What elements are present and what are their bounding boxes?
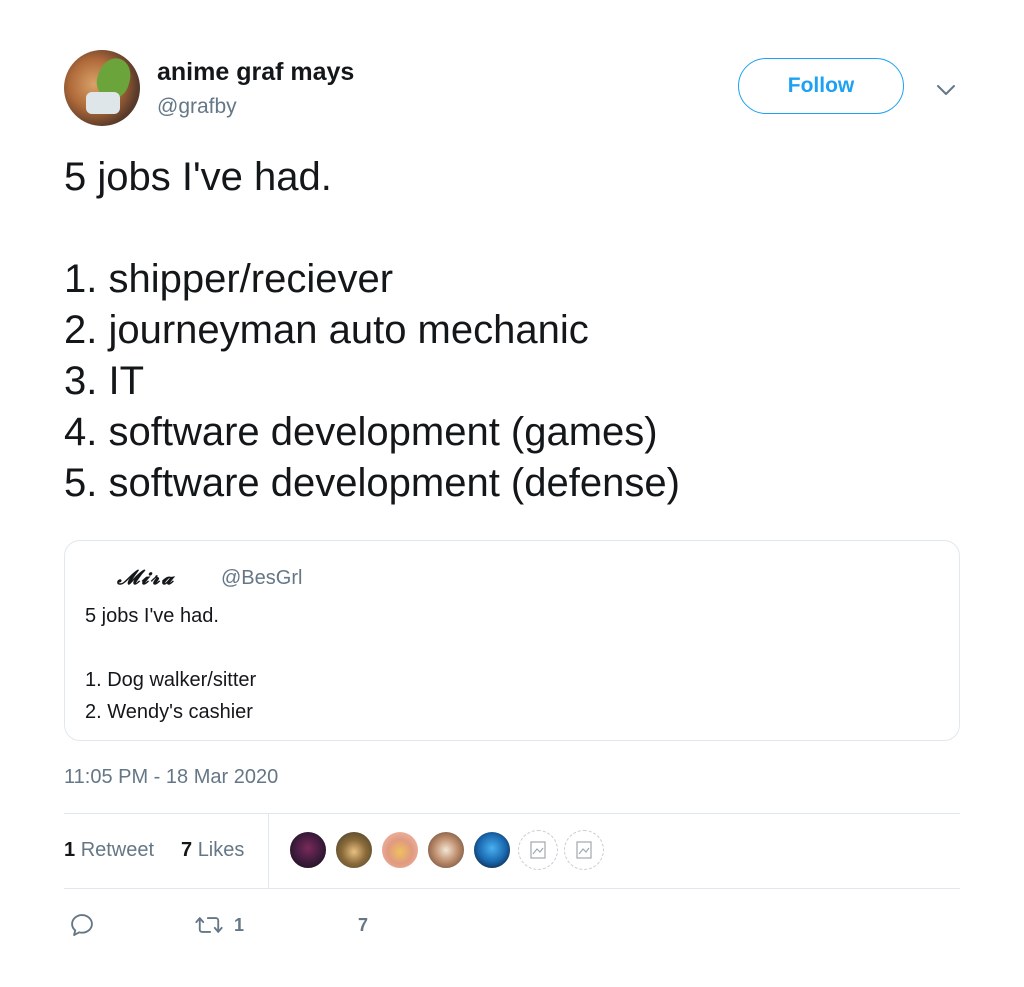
stats-divider-top xyxy=(64,813,960,814)
quoted-display-name: 𝓜𝓲𝓻𝓪 xyxy=(117,565,176,589)
quoted-text: 5 jobs I've had. 1. Dog walker/sitter 2.… xyxy=(85,600,945,728)
chevron-down-icon[interactable] xyxy=(934,78,958,102)
reply-icon xyxy=(71,914,93,936)
liker-avatar[interactable] xyxy=(288,830,328,870)
retweet-count: 1 xyxy=(234,914,245,935)
author-avatar[interactable] xyxy=(64,50,140,126)
tweet-text-line: 1. shipper/reciever xyxy=(64,257,394,301)
retweet-stat-label: Retweet xyxy=(80,839,155,861)
quoted-text-line: 2. Wendy's cashier xyxy=(85,701,253,723)
follow-button[interactable]: Follow xyxy=(738,58,904,114)
stats-divider-bottom xyxy=(64,888,960,889)
tweet-text-line: 5 jobs I've had. xyxy=(64,155,332,199)
tweet-text-line: 5. software development (defense) xyxy=(64,461,680,505)
quoted-handle: @BesGrl xyxy=(221,567,303,589)
quoted-tweet[interactable]: 𝓜𝓲𝓻𝓪 @BesGrl 5 jobs I've had. 1. Dog wal… xyxy=(64,540,960,741)
quoted-text-line: 1. Dog walker/sitter xyxy=(85,669,257,691)
retweet-stat-count: 1 xyxy=(64,839,76,861)
author-display-name[interactable]: anime graf mays xyxy=(157,58,354,87)
retweet-button[interactable]: 1 xyxy=(194,910,244,940)
stats-divider-vertical xyxy=(268,813,269,888)
likes-stat-count: 7 xyxy=(181,839,193,861)
tweet-timestamp[interactable]: 11:05 PM - 18 Mar 2020 xyxy=(64,766,278,789)
liker-avatar[interactable] xyxy=(472,830,512,870)
tweet-text-line: 4. software development (games) xyxy=(64,410,658,454)
author-handle[interactable]: @grafby xyxy=(157,95,237,119)
liker-avatar[interactable] xyxy=(426,830,466,870)
likes-stat-label: Likes xyxy=(197,839,245,861)
reply-button[interactable] xyxy=(68,910,96,940)
retweet-icon xyxy=(195,917,223,933)
tweet-text-line: 2. journeyman auto mechanic xyxy=(64,308,589,352)
tweet-text: 5 jobs I've had. 1. shipper/reciever 2. … xyxy=(64,152,964,509)
like-count: 7 xyxy=(358,914,369,935)
broken-image-icon xyxy=(576,841,592,859)
quoted-text-line: 5 jobs I've had. xyxy=(85,605,219,627)
liker-avatar[interactable] xyxy=(380,830,420,870)
like-button[interactable]: 7 xyxy=(358,910,368,940)
liker-avatar[interactable] xyxy=(518,830,558,870)
tweet-text-line: 3. IT xyxy=(64,359,145,403)
tweet-card: anime graf mays @grafby Follow 5 jobs I'… xyxy=(0,0,1024,987)
liker-avatar[interactable] xyxy=(564,830,604,870)
liker-avatar[interactable] xyxy=(334,830,374,870)
retweet-stat[interactable]: 1 Retweet xyxy=(64,839,154,862)
likes-stat[interactable]: 7 Likes xyxy=(181,839,244,862)
avatar-face-mask xyxy=(86,92,120,114)
quoted-text-line xyxy=(85,632,945,664)
tweet-text-line xyxy=(64,203,964,254)
broken-image-icon xyxy=(530,841,546,859)
